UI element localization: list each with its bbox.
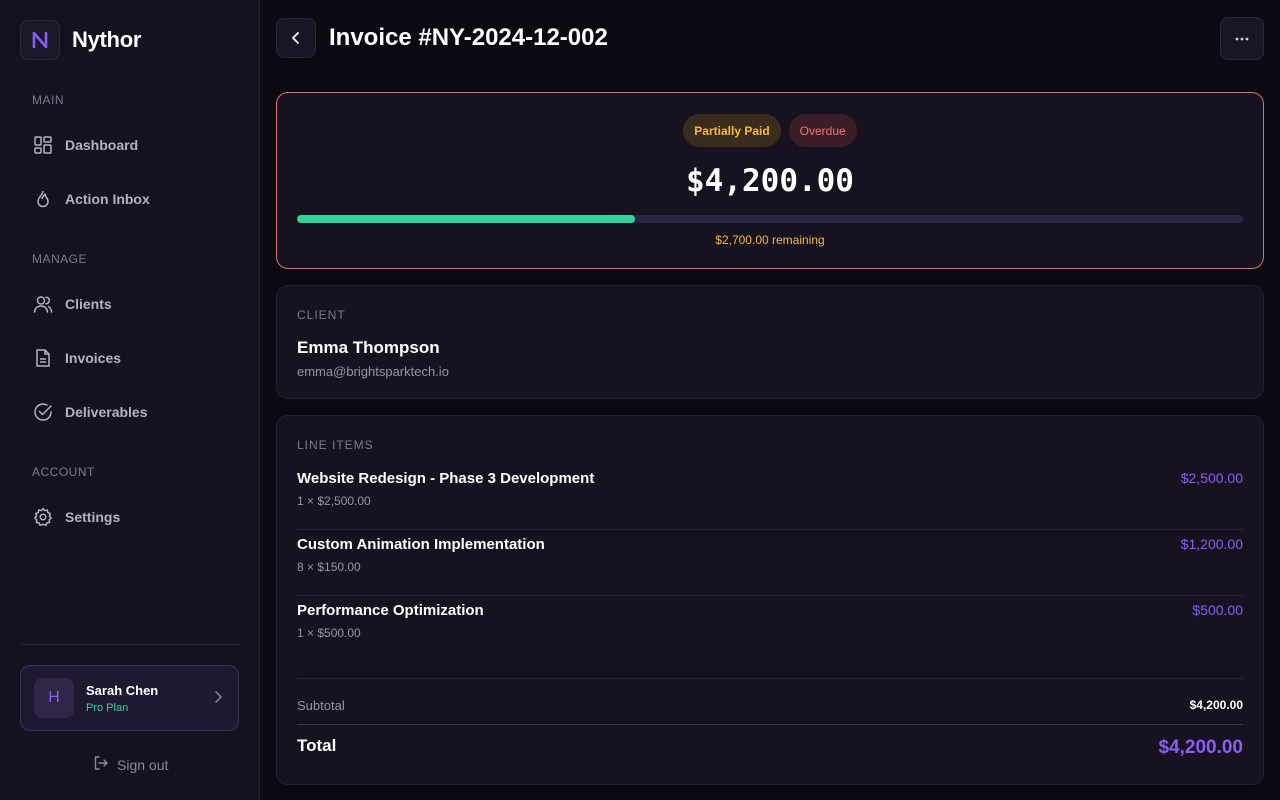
subtotal-label: Subtotal [297, 698, 345, 713]
payment-progress-fill [297, 215, 635, 223]
payment-progress-bar [297, 215, 1243, 223]
total-label: Total [297, 736, 337, 755]
sidebar-item-settings[interactable]: Settings [20, 497, 240, 537]
line-item-name: Custom Animation Implementation [297, 536, 545, 553]
sidebar-item-label: Action Inbox [65, 191, 150, 207]
invoice-summary-card: Partially Paid Overdue $4,200.00 $2,700.… [276, 92, 1264, 269]
user-name: Sarah Chen [86, 682, 159, 698]
sidebar-item-label: Invoices [65, 350, 122, 366]
sidebar-item-label: Deliverables [65, 404, 148, 420]
sidebar-item-deliverables[interactable]: Deliverables [20, 392, 240, 432]
document-icon [32, 347, 54, 369]
gear-icon [32, 506, 54, 528]
user-plan: Pro Plan [86, 701, 129, 714]
subtotal-value: $4,200.00 [1189, 698, 1243, 712]
sign-out-label: Sign out [117, 756, 169, 773]
client-section-label: CLIENT [297, 308, 346, 322]
sidebar-divider [20, 644, 240, 645]
n-logo-icon [32, 31, 48, 49]
brand-logo [20, 20, 60, 60]
users-icon [32, 293, 54, 315]
invoice-amount: $4,200.00 [686, 163, 854, 199]
brand-name: Nythor [72, 27, 142, 52]
line-item-qty: 1 × $500.00 [297, 626, 361, 640]
line-items-card: LINE ITEMS Website Redesign - Phase 3 De… [276, 415, 1264, 785]
line-item-qty: 1 × $2,500.00 [297, 494, 371, 508]
total-value: $4,200.00 [1158, 737, 1243, 758]
sidebar-item-label: Clients [65, 296, 112, 312]
line-item-name: Performance Optimization [297, 602, 484, 619]
status-badge: Partially Paid [683, 114, 781, 147]
back-button[interactable] [276, 18, 316, 58]
chevron-right-icon [212, 690, 224, 709]
sign-out-button[interactable]: Sign out [93, 755, 168, 774]
line-item-price: $500.00 [1192, 602, 1243, 618]
user-info: Sarah Chen Pro Plan [86, 683, 158, 714]
section-label-account: ACCOUNT [32, 465, 95, 479]
sidebar: Nythor MAIN Dashboard Action Inbox MANAG… [0, 0, 260, 800]
sidebar-item-clients[interactable]: Clients [20, 284, 240, 324]
flame-icon [32, 188, 54, 210]
grid-icon [32, 134, 54, 156]
page-title: Invoice #NY-2024-12-002 [329, 24, 608, 51]
line-item-qty: 8 × $150.00 [297, 560, 361, 574]
client-email[interactable]: emma@brightsparktech.io [297, 364, 449, 379]
sign-out-icon [93, 755, 109, 774]
sidebar-item-label: Settings [65, 509, 121, 525]
check-circle-icon [32, 401, 54, 423]
sidebar-item-label: Dashboard [65, 137, 139, 153]
divider [297, 724, 1243, 725]
section-label-main: MAIN [32, 93, 64, 107]
line-item-name: Website Redesign - Phase 3 Development [297, 470, 595, 487]
avatar: H [34, 678, 74, 718]
sidebar-item-action-inbox[interactable]: Action Inbox [20, 179, 240, 219]
section-label-manage: MANAGE [32, 252, 88, 266]
client-name: Emma Thompson [297, 338, 440, 357]
sidebar-item-invoices[interactable]: Invoices [20, 338, 240, 378]
sidebar-item-dashboard[interactable]: Dashboard [20, 125, 240, 165]
user-profile-card[interactable]: H Sarah Chen Pro Plan [20, 665, 239, 731]
line-item: Website Redesign - Phase 3 Development 1… [297, 464, 1243, 530]
line-item-price: $1,200.00 [1180, 536, 1243, 552]
status-badges: Partially Paid Overdue [277, 114, 1263, 147]
client-card: CLIENT Emma Thompson emma@brightsparktec… [276, 285, 1264, 399]
remaining-amount: $2,700.00 remaining [715, 233, 825, 247]
chevron-left-icon [292, 32, 299, 44]
divider [297, 678, 1243, 679]
brand[interactable]: Nythor [20, 20, 141, 60]
more-options-button[interactable] [1220, 17, 1264, 60]
line-item-price: $2,500.00 [1180, 470, 1243, 486]
line-items-section-label: LINE ITEMS [297, 438, 374, 452]
more-horizontal-icon [1235, 37, 1249, 40]
line-item: Performance Optimization 1 × $500.00 $50… [297, 596, 1243, 662]
overdue-badge: Overdue [788, 114, 857, 147]
line-item: Custom Animation Implementation 8 × $150… [297, 530, 1243, 596]
